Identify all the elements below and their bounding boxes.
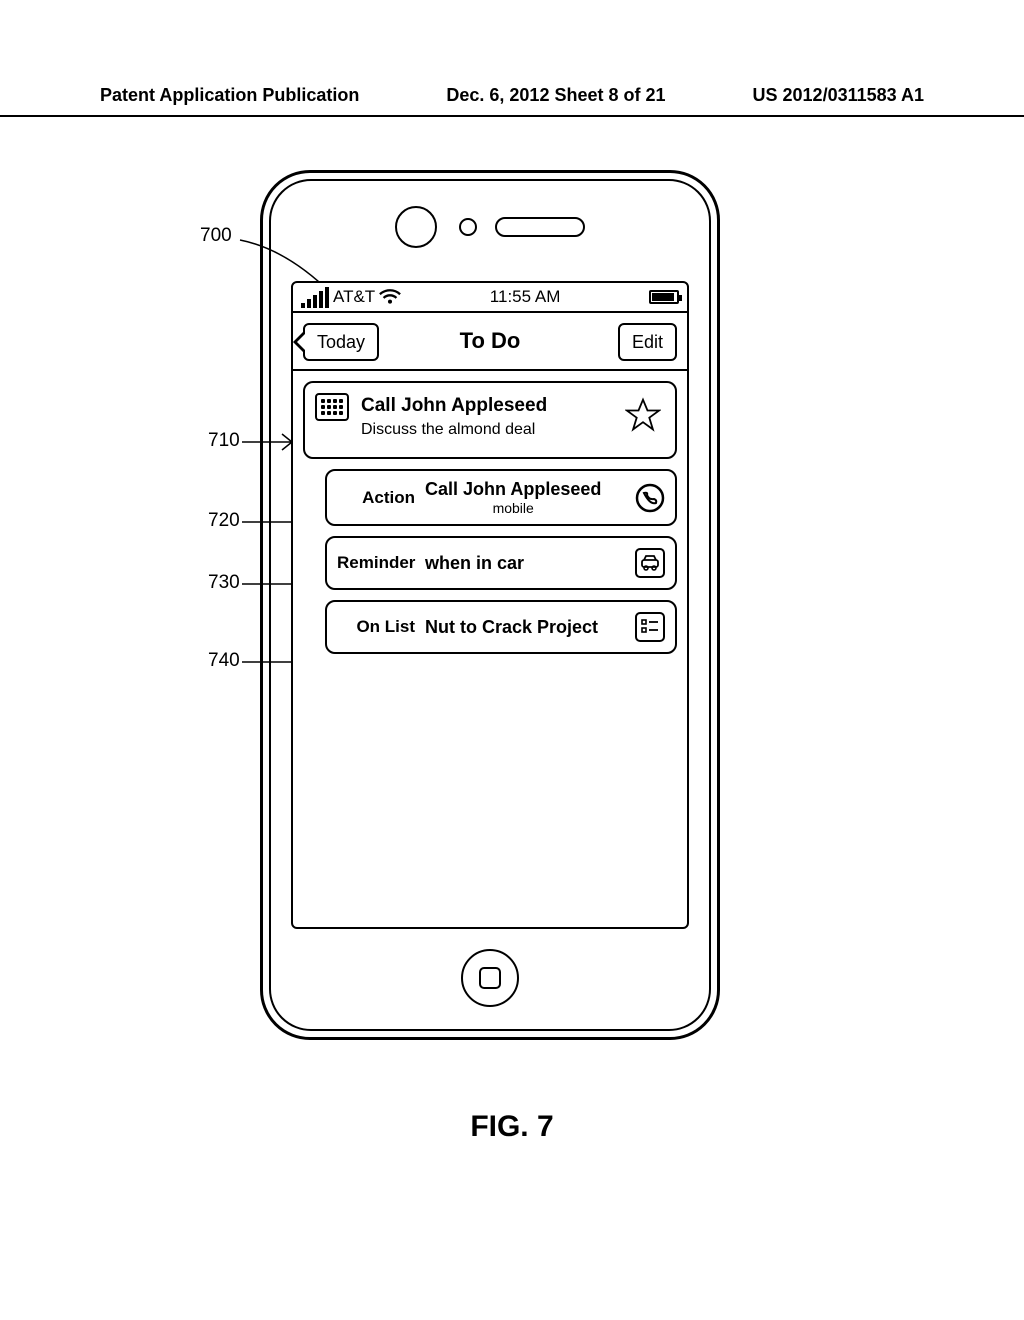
back-today-button[interactable]: Today — [303, 323, 379, 361]
content: Call John Appleseed Discuss the almond d… — [293, 371, 687, 664]
callout-740: 740 — [208, 650, 240, 672]
date-sheet: Dec. 6, 2012 Sheet 8 of 21 — [446, 85, 665, 106]
star-icon[interactable] — [625, 397, 661, 433]
reminder-label: Reminder — [337, 553, 415, 573]
status-time: 11:55 AM — [401, 287, 649, 307]
action-value: Call John Appleseed — [425, 479, 601, 500]
edit-label: Edit — [632, 332, 663, 353]
reminder-row[interactable]: Reminder when in car — [325, 536, 677, 590]
onlist-row[interactable]: On List Nut to Crack Project — [325, 600, 677, 654]
action-row[interactable]: Action Call John Appleseed mobile — [325, 469, 677, 526]
action-label: Action — [337, 488, 415, 508]
header-rule — [0, 115, 1024, 117]
callout-720: 720 — [208, 510, 240, 532]
pub-label: Patent Application Publication — [100, 85, 359, 106]
phone-icon — [635, 483, 665, 513]
page-header: Patent Application Publication Dec. 6, 2… — [100, 85, 924, 106]
grid-icon — [315, 393, 349, 421]
wifi-icon — [379, 288, 401, 306]
nav-title: To Do — [460, 328, 521, 354]
list-icon — [635, 612, 665, 642]
callout-730: 730 — [208, 572, 240, 594]
phone: AT&T 11:55 AM Today To Do — [260, 170, 720, 1040]
nav-bar: Today To Do Edit — [293, 313, 687, 371]
car-icon — [635, 548, 665, 578]
sensor-icon — [459, 218, 477, 236]
status-bar: AT&T 11:55 AM — [293, 283, 687, 313]
carrier-label: AT&T — [333, 287, 375, 307]
todo-subtitle: Discuss the almond deal — [361, 421, 547, 439]
action-subvalue: mobile — [425, 500, 601, 516]
callout-710: 710 — [208, 430, 240, 452]
phone-top-hardware — [271, 206, 709, 248]
reminder-value: when in car — [425, 553, 524, 574]
battery-icon — [649, 290, 679, 304]
home-button[interactable] — [461, 949, 519, 1007]
pub-number: US 2012/0311583 A1 — [753, 85, 924, 106]
signal-icon — [301, 287, 329, 308]
screen: AT&T 11:55 AM Today To Do — [291, 281, 689, 929]
home-icon — [479, 967, 501, 989]
todo-title: Call John Appleseed — [361, 395, 547, 417]
back-label: Today — [317, 332, 365, 353]
speaker-icon — [495, 217, 585, 237]
edit-button[interactable]: Edit — [618, 323, 677, 361]
callout-700: 700 — [200, 225, 232, 247]
onlist-label: On List — [337, 617, 415, 637]
camera-icon — [395, 206, 437, 248]
todo-item[interactable]: Call John Appleseed Discuss the almond d… — [303, 381, 677, 459]
onlist-value: Nut to Crack Project — [425, 617, 598, 638]
figure-label: FIG. 7 — [0, 1110, 1024, 1144]
